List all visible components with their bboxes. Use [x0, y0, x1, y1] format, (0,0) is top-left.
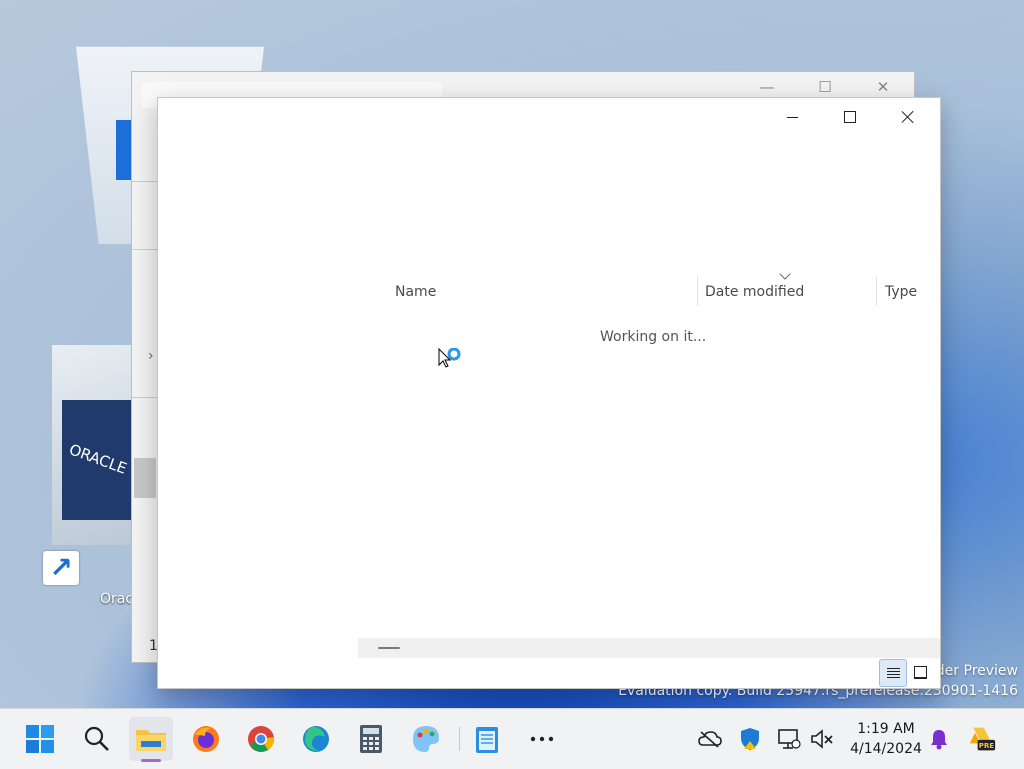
edge-taskbar-button[interactable] — [294, 717, 338, 761]
nav-divider — [132, 249, 158, 250]
sort-descending-icon — [779, 268, 791, 280]
details-view-icon — [886, 668, 900, 678]
nav-scrollbar-thumb[interactable] — [134, 458, 156, 498]
nav-divider — [132, 181, 158, 182]
loading-status: Working on it... — [600, 329, 707, 345]
search-icon — [84, 726, 109, 751]
firefox-taskbar-button[interactable] — [184, 717, 228, 761]
pre-badge-text: PRE — [979, 742, 995, 750]
taskbar-separator — [459, 727, 460, 751]
column-divider[interactable] — [697, 276, 698, 306]
chrome-taskbar-button[interactable] — [239, 717, 283, 761]
search-button[interactable] — [75, 717, 119, 761]
details-view-button[interactable] — [879, 659, 907, 687]
nav-divider — [132, 397, 158, 398]
taskbar: 1:19 AM 4/14/2024 PRE — [0, 708, 1024, 769]
desktop-shortcut-label[interactable]: Orac — [100, 591, 133, 607]
calculator-icon — [360, 725, 382, 753]
watermark-line-1: der Preview — [935, 663, 1018, 679]
shortcut-arrow-icon: ↗ — [43, 551, 79, 585]
onedrive-tray-button[interactable] — [696, 725, 724, 753]
horizontal-scrollbar[interactable] — [358, 638, 940, 658]
copilot-pre-icon: PRE — [969, 727, 996, 751]
notifications-button[interactable] — [925, 725, 953, 753]
column-divider[interactable] — [876, 276, 877, 306]
minimize-button[interactable] — [763, 104, 821, 130]
edge-icon — [303, 726, 329, 752]
onedrive-offline-icon — [698, 731, 722, 748]
copilot-preview-button[interactable]: PRE — [968, 725, 996, 753]
taskbar-clock[interactable]: 1:19 AM 4/14/2024 — [842, 719, 930, 759]
clock-time: 1:19 AM — [857, 721, 915, 737]
windows-security-icon — [741, 728, 759, 750]
network-tray-button[interactable] — [775, 725, 803, 753]
minimize-icon — [786, 116, 798, 118]
maximize-button[interactable] — [821, 104, 879, 130]
notepad-taskbar-button[interactable] — [465, 717, 509, 761]
column-header-date-modified[interactable]: Date modified — [705, 284, 804, 300]
notification-bell-icon — [931, 730, 947, 750]
paint-taskbar-button[interactable] — [404, 717, 448, 761]
more-apps-button[interactable] — [520, 717, 564, 761]
column-header-name[interactable]: Name — [395, 284, 436, 300]
network-icon — [778, 729, 801, 749]
clock-date: 4/14/2024 — [850, 741, 922, 757]
notepad-icon — [476, 727, 498, 753]
active-app-indicator — [141, 759, 161, 762]
column-header-type[interactable]: Type — [885, 284, 917, 300]
tiles-view-button[interactable] — [907, 659, 933, 685]
chevron-right-icon[interactable]: › — [148, 348, 154, 364]
maximize-icon — [844, 111, 856, 123]
windows-security-tray-button[interactable] — [736, 725, 764, 753]
busy-cursor-icon — [438, 348, 461, 368]
chrome-icon — [248, 726, 275, 752]
tiles-view-icon — [913, 665, 927, 679]
horizontal-scrollbar-thumb[interactable] — [378, 647, 400, 649]
firefox-icon — [193, 726, 219, 752]
close-icon — [902, 111, 914, 123]
windows-logo-icon — [26, 725, 54, 753]
file-explorer-window[interactable]: Name Date modified Type Working on it... — [157, 97, 941, 689]
file-explorer-taskbar-button[interactable] — [129, 717, 173, 761]
calculator-taskbar-button[interactable] — [349, 717, 393, 761]
paint-icon — [413, 726, 439, 752]
close-button[interactable] — [879, 104, 937, 130]
more-icon — [530, 736, 554, 742]
file-explorer-icon — [136, 730, 166, 751]
start-button[interactable] — [18, 717, 62, 761]
volume-tray-button[interactable] — [808, 725, 836, 753]
volume-muted-icon — [811, 729, 833, 749]
